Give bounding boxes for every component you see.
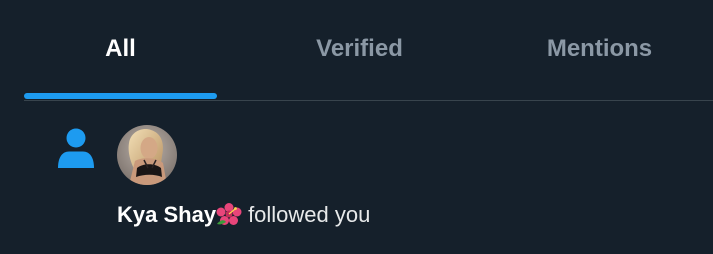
tab-mentions-label: Mentions [546, 35, 653, 62]
notification-text: Kya Shay followed you [117, 201, 370, 229]
tab-verified[interactable]: Verified [263, 0, 456, 100]
notification-action-text: followed you [248, 202, 371, 227]
person-icon [58, 128, 94, 168]
tab-mentions[interactable]: Mentions [503, 0, 696, 100]
user-avatar[interactable] [117, 125, 177, 185]
follow-notification[interactable]: Kya Shay followed you [0, 101, 713, 254]
active-tab-indicator [24, 93, 217, 99]
tab-all[interactable]: All [24, 0, 217, 100]
user-name[interactable]: Kya Shay [117, 202, 216, 227]
tab-all-label: All [105, 35, 136, 62]
notification-tabs: All Verified Mentions [0, 0, 713, 100]
tab-verified-label: Verified [316, 35, 403, 62]
hibiscus-icon [216, 203, 242, 225]
user-avatar-photo [117, 125, 177, 185]
